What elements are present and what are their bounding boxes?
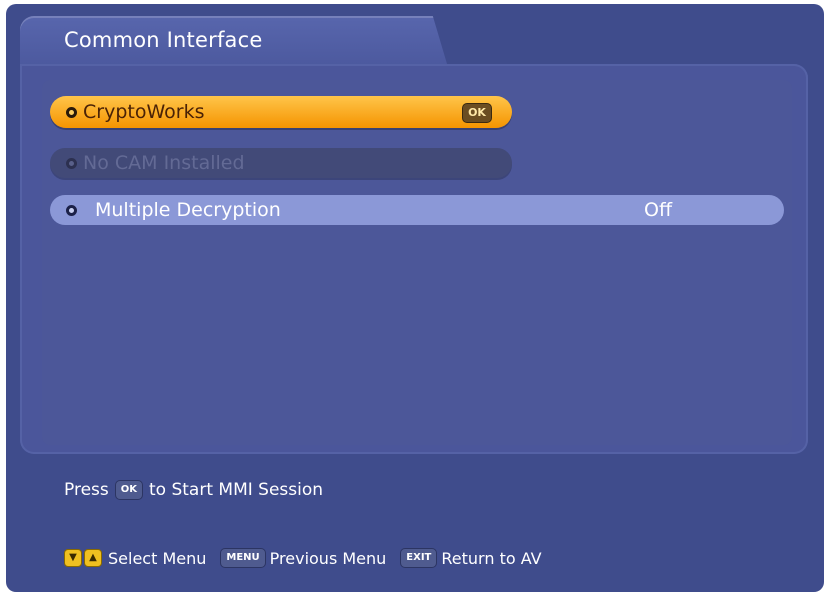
bullet-icon [66, 157, 77, 169]
bullet-icon [66, 106, 77, 118]
arrow-down-icon: ▼ [64, 549, 82, 567]
footer-previous: MENU Previous Menu [220, 548, 386, 568]
footer-select-label: Select Menu [108, 548, 207, 568]
footer-return-label: Return to AV [441, 548, 542, 568]
menu-item-cryptoworks[interactable]: CryptoWorks OK [50, 96, 512, 128]
ok-button-icon: OK [462, 103, 492, 123]
footer-exit: EXIT Return to AV [400, 548, 542, 568]
hint-action: to Start MMI Session [149, 480, 324, 500]
footer-previous-label: Previous Menu [269, 548, 387, 568]
menu-item-no-cam: No CAM Installed [50, 148, 512, 178]
menu-item-multiple-decryption[interactable]: Multiple Decryption Off [50, 195, 784, 225]
hint-text: Press OK to Start MMI Session [64, 480, 323, 500]
arrow-up-icon: ▲ [84, 549, 102, 567]
menu-panel-inner [42, 80, 792, 445]
tv-menu-screen: Common Interface CryptoWorks OK No CAM I… [6, 4, 824, 592]
ok-key-icon: OK [114, 480, 143, 500]
menu-key-icon: MENU [220, 548, 266, 568]
menu-item-label: No CAM Installed [83, 152, 245, 174]
bullet-icon [66, 204, 77, 216]
hint-press: Press [64, 480, 109, 500]
footer-legend: ▼ ▲ Select Menu MENU Previous Menu EXIT … [64, 548, 556, 568]
menu-item-label: CryptoWorks [83, 101, 205, 123]
page-title: Common Interface [64, 28, 263, 52]
exit-key-icon: EXIT [400, 548, 438, 568]
menu-item-value: Off [644, 199, 673, 221]
menu-item-label: Multiple Decryption [95, 199, 281, 221]
footer-select: ▼ ▲ Select Menu [64, 549, 206, 568]
